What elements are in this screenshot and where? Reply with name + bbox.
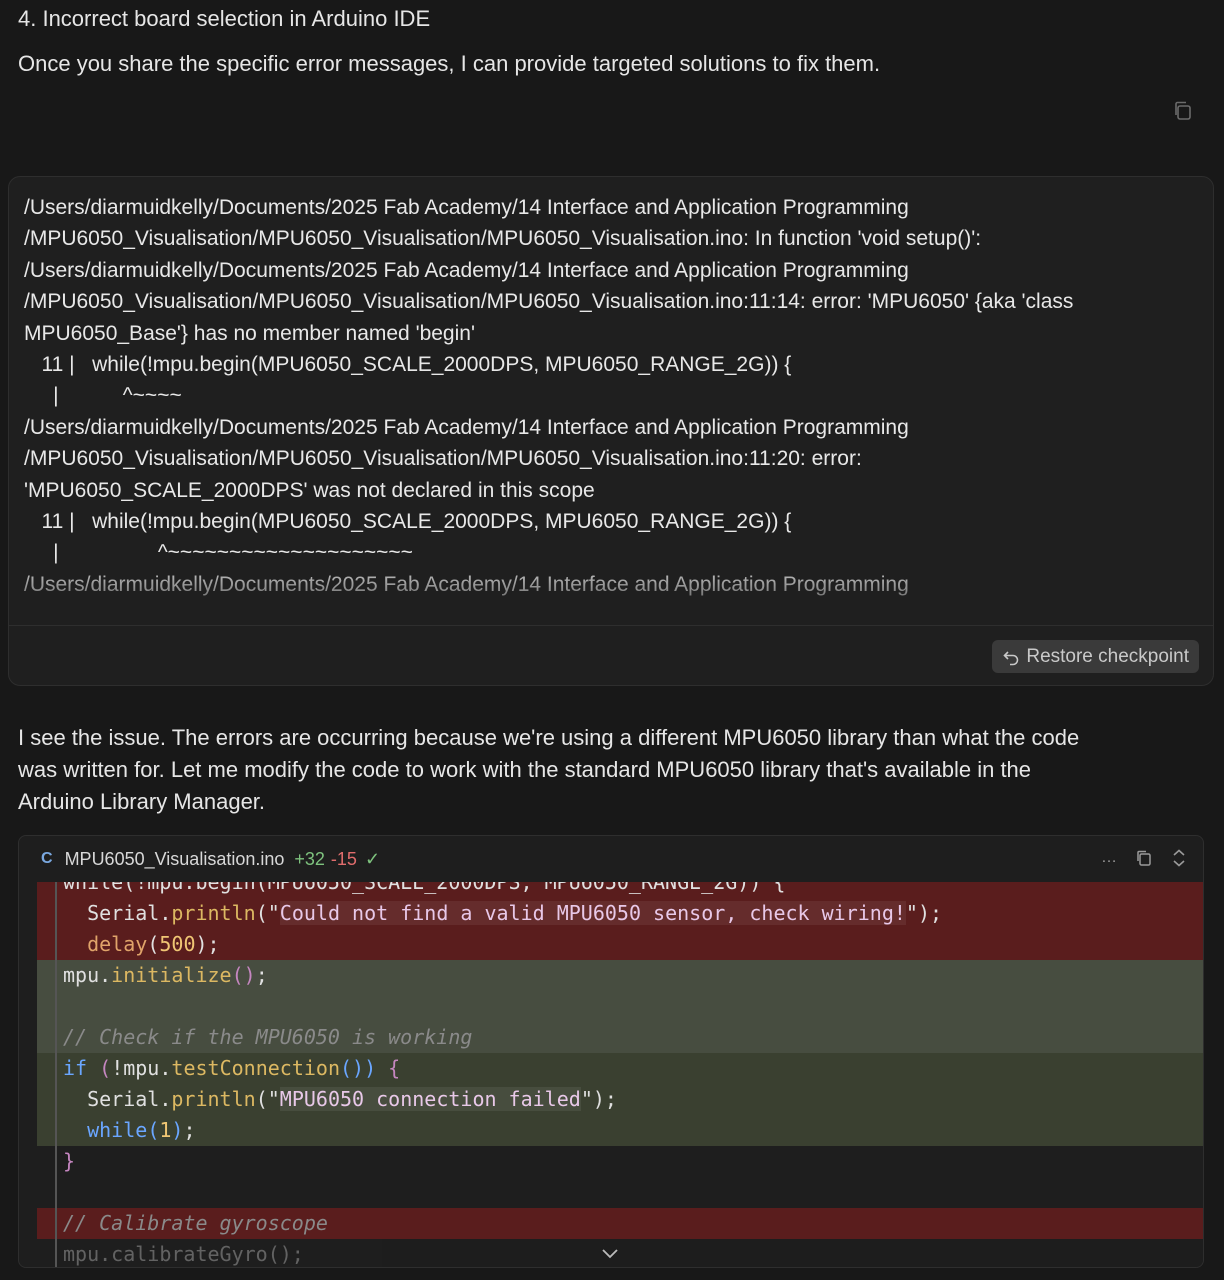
error-line: /MPU6050_Visualisation/MPU6050_Visualisa… — [24, 447, 862, 471]
deletions-count: -15 — [330, 848, 357, 869]
code-line: mpu.calibrateGyro(); — [37, 1239, 1203, 1267]
code-diff-card: C MPU6050_Visualisation.ino +32 -15 ✓ … … — [18, 835, 1204, 1268]
error-line: /Users/diarmuidkelly/Documents/2025 Fab … — [24, 415, 909, 439]
restore-checkpoint-label: Restore checkpoint — [1026, 645, 1189, 667]
user-message-fade — [9, 557, 1213, 627]
c-file-icon: C — [41, 850, 53, 867]
code-line: Serial.println("MPU6050 connection faile… — [37, 1084, 1203, 1115]
divider — [9, 625, 1213, 626]
copy-code-icon[interactable] — [1135, 849, 1153, 867]
code-line: mpu.initialize(); — [37, 960, 1203, 991]
code-line — [37, 1177, 1203, 1208]
error-line: /Users/diarmuidkelly/Documents/2025 Fab … — [24, 258, 909, 282]
assistant-response: I see the issue. The errors are occurrin… — [18, 722, 1198, 818]
error-line: /MPU6050_Visualisation/MPU6050_Visualisa… — [24, 290, 1074, 314]
code-line: if (!mpu.testConnection()) { — [37, 1053, 1203, 1084]
user-message-text: /Users/diarmuidkelly/Documents/2025 Fab … — [24, 192, 1184, 618]
additions-count: +32 — [294, 848, 325, 869]
code-line — [37, 991, 1203, 1022]
more-options-button[interactable]: … — [1101, 849, 1117, 867]
filename[interactable]: MPU6050_Visualisation.ino — [65, 849, 285, 870]
code-line: // Check if the MPU6050 is working — [37, 1022, 1203, 1053]
intro-line-2: Once you share the specific error messag… — [18, 51, 881, 76]
restore-checkpoint-button[interactable]: Restore checkpoint — [992, 640, 1199, 673]
code-line: while(1); — [37, 1115, 1203, 1146]
code-body: while(!mpu.begin(MPU6050_SCALE_2000DPS, … — [37, 882, 1203, 1267]
code-line: Serial.println("Could not find a valid M… — [37, 898, 1203, 929]
code-header: C MPU6050_Visualisation.ino +32 -15 ✓ … — [19, 836, 1203, 882]
code-line: while(!mpu.begin(MPU6050_SCALE_2000DPS, … — [37, 882, 1203, 898]
response-line-3: Arduino Library Manager. — [18, 789, 266, 814]
error-line: 11 | while(!mpu.begin(MPU6050_SCALE_2000… — [24, 509, 792, 533]
error-line: 'MPU6050_SCALE_2000DPS' was not declared… — [24, 478, 595, 502]
response-line-2: was written for. Let me modify the code … — [18, 757, 1032, 782]
user-message-card: /Users/diarmuidkelly/Documents/2025 Fab … — [8, 176, 1214, 686]
intro-line-1: 4. Incorrect board selection in Arduino … — [18, 6, 431, 31]
copy-icon — [1175, 101, 1191, 120]
code-line: } — [37, 1146, 1203, 1177]
code-line: // Calibrate gyroscope — [37, 1208, 1203, 1239]
undo-icon — [1003, 650, 1019, 665]
error-line: MPU6050_Base'} has no member named 'begi… — [24, 321, 475, 345]
error-line: /MPU6050_Visualisation/MPU6050_Visualisa… — [24, 227, 982, 251]
response-line-1: I see the issue. The errors are occurrin… — [18, 725, 1080, 750]
error-line: | ^~~~~ — [24, 384, 182, 408]
check-icon: ✓ — [364, 848, 381, 869]
expand-collapse-icon[interactable] — [1171, 848, 1187, 868]
expand-code-button[interactable] — [600, 1244, 620, 1265]
diff-gutter — [55, 882, 57, 1267]
chevron-down-icon — [602, 1249, 618, 1259]
code-line: delay(500); — [37, 929, 1203, 960]
copy-message-button[interactable] — [1172, 100, 1194, 122]
error-line: 11 | while(!mpu.begin(MPU6050_SCALE_2000… — [24, 352, 792, 376]
error-line: /Users/diarmuidkelly/Documents/2025 Fab … — [24, 196, 909, 219]
